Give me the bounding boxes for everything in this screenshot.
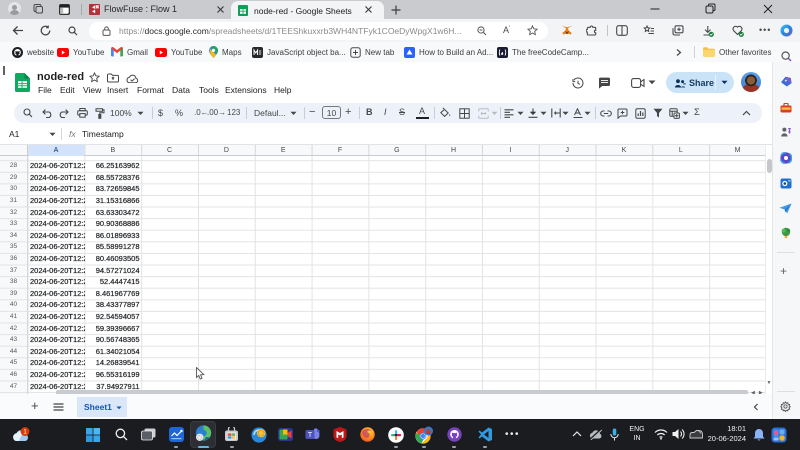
svg-text:1: 1 xyxy=(23,429,27,436)
svg-text:T: T xyxy=(308,432,313,439)
